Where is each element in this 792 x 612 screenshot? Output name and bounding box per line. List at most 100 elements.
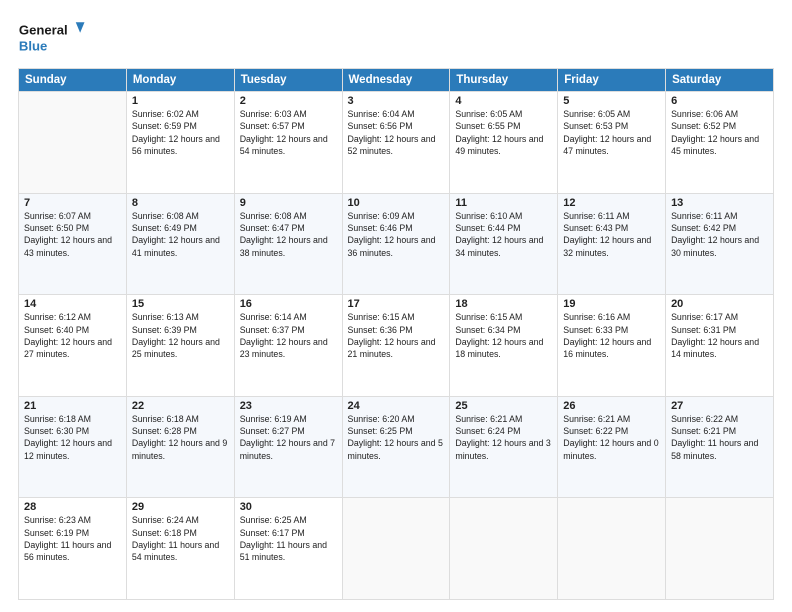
day-number: 24 [348,400,445,412]
week-row-4: 21Sunrise: 6:18 AMSunset: 6:30 PMDayligh… [19,396,774,498]
day-info: Sunrise: 6:07 AMSunset: 6:50 PMDaylight:… [24,210,121,259]
empty-cell [666,498,774,600]
day-info: Sunrise: 6:09 AMSunset: 6:46 PMDaylight:… [348,210,445,259]
day-cell-8: 8Sunrise: 6:08 AMSunset: 6:49 PMDaylight… [126,193,234,295]
svg-text:Blue: Blue [19,38,47,53]
day-info: Sunrise: 6:05 AMSunset: 6:55 PMDaylight:… [455,108,552,157]
day-cell-23: 23Sunrise: 6:19 AMSunset: 6:27 PMDayligh… [234,396,342,498]
day-info: Sunrise: 6:06 AMSunset: 6:52 PMDaylight:… [671,108,768,157]
empty-cell [558,498,666,600]
day-info: Sunrise: 6:18 AMSunset: 6:28 PMDaylight:… [132,413,229,462]
day-cell-10: 10Sunrise: 6:09 AMSunset: 6:46 PMDayligh… [342,193,450,295]
day-info: Sunrise: 6:21 AMSunset: 6:22 PMDaylight:… [563,413,660,462]
header: General Blue [18,16,774,60]
empty-cell [342,498,450,600]
day-number: 11 [455,197,552,209]
day-info: Sunrise: 6:17 AMSunset: 6:31 PMDaylight:… [671,311,768,360]
week-row-2: 7Sunrise: 6:07 AMSunset: 6:50 PMDaylight… [19,193,774,295]
day-number: 25 [455,400,552,412]
day-number: 20 [671,298,768,310]
day-info: Sunrise: 6:02 AMSunset: 6:59 PMDaylight:… [132,108,229,157]
day-cell-26: 26Sunrise: 6:21 AMSunset: 6:22 PMDayligh… [558,396,666,498]
weekday-header-wednesday: Wednesday [342,69,450,92]
day-cell-30: 30Sunrise: 6:25 AMSunset: 6:17 PMDayligh… [234,498,342,600]
day-info: Sunrise: 6:15 AMSunset: 6:34 PMDaylight:… [455,311,552,360]
day-number: 15 [132,298,229,310]
day-number: 27 [671,400,768,412]
day-cell-5: 5Sunrise: 6:05 AMSunset: 6:53 PMDaylight… [558,92,666,194]
day-cell-2: 2Sunrise: 6:03 AMSunset: 6:57 PMDaylight… [234,92,342,194]
day-cell-16: 16Sunrise: 6:14 AMSunset: 6:37 PMDayligh… [234,295,342,397]
day-cell-15: 15Sunrise: 6:13 AMSunset: 6:39 PMDayligh… [126,295,234,397]
day-number: 26 [563,400,660,412]
day-number: 8 [132,197,229,209]
empty-cell [450,498,558,600]
day-info: Sunrise: 6:10 AMSunset: 6:44 PMDaylight:… [455,210,552,259]
day-cell-18: 18Sunrise: 6:15 AMSunset: 6:34 PMDayligh… [450,295,558,397]
day-info: Sunrise: 6:13 AMSunset: 6:39 PMDaylight:… [132,311,229,360]
day-info: Sunrise: 6:15 AMSunset: 6:36 PMDaylight:… [348,311,445,360]
day-cell-9: 9Sunrise: 6:08 AMSunset: 6:47 PMDaylight… [234,193,342,295]
weekday-header-saturday: Saturday [666,69,774,92]
svg-text:General: General [19,23,68,38]
day-number: 1 [132,95,229,107]
day-cell-20: 20Sunrise: 6:17 AMSunset: 6:31 PMDayligh… [666,295,774,397]
day-info: Sunrise: 6:20 AMSunset: 6:25 PMDaylight:… [348,413,445,462]
page: General Blue SundayMondayTuesdayWednesda… [0,0,792,612]
day-number: 17 [348,298,445,310]
week-row-5: 28Sunrise: 6:23 AMSunset: 6:19 PMDayligh… [19,498,774,600]
logo-icon: General Blue [18,16,88,60]
day-info: Sunrise: 6:08 AMSunset: 6:49 PMDaylight:… [132,210,229,259]
day-cell-11: 11Sunrise: 6:10 AMSunset: 6:44 PMDayligh… [450,193,558,295]
day-number: 12 [563,197,660,209]
day-cell-7: 7Sunrise: 6:07 AMSunset: 6:50 PMDaylight… [19,193,127,295]
day-number: 5 [563,95,660,107]
day-number: 19 [563,298,660,310]
day-cell-29: 29Sunrise: 6:24 AMSunset: 6:18 PMDayligh… [126,498,234,600]
day-cell-12: 12Sunrise: 6:11 AMSunset: 6:43 PMDayligh… [558,193,666,295]
day-info: Sunrise: 6:11 AMSunset: 6:43 PMDaylight:… [563,210,660,259]
calendar-table: SundayMondayTuesdayWednesdayThursdayFrid… [18,68,774,600]
day-info: Sunrise: 6:08 AMSunset: 6:47 PMDaylight:… [240,210,337,259]
day-number: 16 [240,298,337,310]
day-cell-21: 21Sunrise: 6:18 AMSunset: 6:30 PMDayligh… [19,396,127,498]
day-number: 29 [132,501,229,513]
day-number: 10 [348,197,445,209]
day-number: 4 [455,95,552,107]
day-info: Sunrise: 6:21 AMSunset: 6:24 PMDaylight:… [455,413,552,462]
day-cell-14: 14Sunrise: 6:12 AMSunset: 6:40 PMDayligh… [19,295,127,397]
day-cell-27: 27Sunrise: 6:22 AMSunset: 6:21 PMDayligh… [666,396,774,498]
day-info: Sunrise: 6:19 AMSunset: 6:27 PMDaylight:… [240,413,337,462]
day-info: Sunrise: 6:23 AMSunset: 6:19 PMDaylight:… [24,514,121,563]
day-number: 2 [240,95,337,107]
day-info: Sunrise: 6:12 AMSunset: 6:40 PMDaylight:… [24,311,121,360]
weekday-header-tuesday: Tuesday [234,69,342,92]
day-info: Sunrise: 6:25 AMSunset: 6:17 PMDaylight:… [240,514,337,563]
day-cell-19: 19Sunrise: 6:16 AMSunset: 6:33 PMDayligh… [558,295,666,397]
day-number: 23 [240,400,337,412]
day-cell-3: 3Sunrise: 6:04 AMSunset: 6:56 PMDaylight… [342,92,450,194]
day-info: Sunrise: 6:03 AMSunset: 6:57 PMDaylight:… [240,108,337,157]
day-number: 28 [24,501,121,513]
empty-cell [19,92,127,194]
day-info: Sunrise: 6:14 AMSunset: 6:37 PMDaylight:… [240,311,337,360]
weekday-header-monday: Monday [126,69,234,92]
week-row-3: 14Sunrise: 6:12 AMSunset: 6:40 PMDayligh… [19,295,774,397]
day-cell-6: 6Sunrise: 6:06 AMSunset: 6:52 PMDaylight… [666,92,774,194]
weekday-header-sunday: Sunday [19,69,127,92]
day-info: Sunrise: 6:18 AMSunset: 6:30 PMDaylight:… [24,413,121,462]
day-number: 21 [24,400,121,412]
day-number: 13 [671,197,768,209]
weekday-header-thursday: Thursday [450,69,558,92]
day-info: Sunrise: 6:16 AMSunset: 6:33 PMDaylight:… [563,311,660,360]
day-number: 30 [240,501,337,513]
day-cell-24: 24Sunrise: 6:20 AMSunset: 6:25 PMDayligh… [342,396,450,498]
day-info: Sunrise: 6:11 AMSunset: 6:42 PMDaylight:… [671,210,768,259]
day-number: 7 [24,197,121,209]
day-info: Sunrise: 6:05 AMSunset: 6:53 PMDaylight:… [563,108,660,157]
logo: General Blue [18,16,88,60]
day-info: Sunrise: 6:04 AMSunset: 6:56 PMDaylight:… [348,108,445,157]
day-cell-1: 1Sunrise: 6:02 AMSunset: 6:59 PMDaylight… [126,92,234,194]
day-cell-28: 28Sunrise: 6:23 AMSunset: 6:19 PMDayligh… [19,498,127,600]
day-cell-4: 4Sunrise: 6:05 AMSunset: 6:55 PMDaylight… [450,92,558,194]
